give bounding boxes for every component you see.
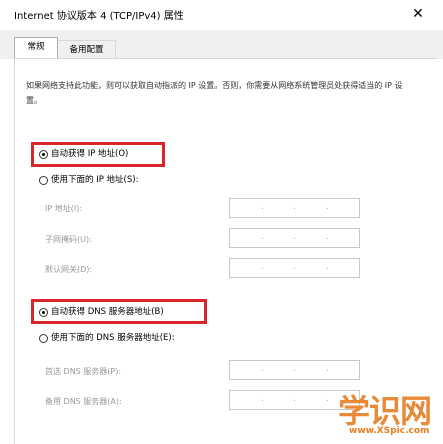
default-gateway-field[interactable]: . . . — [229, 258, 360, 278]
preferred-dns-dot-2: . — [293, 364, 296, 374]
alternate-dns-dot-3: . — [326, 394, 329, 404]
dns-manual-label: 使用下面的 DNS 服务器地址(E): — [51, 333, 175, 343]
subnet-mask-dot-2: . — [293, 232, 296, 242]
subnet-mask-field[interactable]: . . . — [229, 228, 360, 248]
dns-auto-radio[interactable] — [39, 307, 48, 317]
default-gateway-dot-2: . — [293, 262, 296, 272]
ip-address-field[interactable]: . . . — [229, 198, 360, 218]
title-bar: Internet 协议版本 4 (TCP/IPv4) 属性 ✕ — [0, 0, 443, 30]
ip-auto-option[interactable]: 自动获得 IP 地址(O) — [39, 146, 128, 162]
default-gateway-dot-3: . — [326, 262, 329, 272]
tab-bar: 常规 备用配置 — [0, 30, 443, 60]
dns-auto-label: 自动获得 DNS 服务器地址(B) — [51, 307, 164, 317]
dns-manual-option[interactable]: 使用下面的 DNS 服务器地址(E): — [39, 330, 175, 346]
dns-auto-option[interactable]: 自动获得 DNS 服务器地址(B) — [39, 304, 164, 320]
ip-auto-radio[interactable] — [39, 149, 48, 159]
watermark-url: www.XSpic.com — [349, 426, 430, 436]
preferred-dns-label: 首选 DNS 服务器(P): — [45, 367, 122, 376]
description-text: 如果网络支持此功能，则可以获取自动指派的 IP 设置。否则，你需要从网络系统管理… — [26, 81, 403, 105]
close-icon[interactable]: ✕ — [403, 5, 433, 25]
dns-manual-radio[interactable] — [39, 333, 48, 343]
window-title: Internet 协议版本 4 (TCP/IPv4) 属性 — [14, 11, 184, 22]
alternate-dns-label: 备用 DNS 服务器(A): — [45, 397, 122, 406]
ip-address-dot-3: . — [326, 202, 329, 212]
ip-manual-radio[interactable] — [39, 175, 48, 185]
ip-manual-label: 使用下面的 IP 地址(S): — [51, 175, 139, 185]
ip-address-dot-1: . — [261, 202, 264, 212]
preferred-dns-dot-1: . — [261, 364, 264, 374]
preferred-dns-dot-3: . — [326, 364, 329, 374]
ip-address-dot-2: . — [293, 202, 296, 212]
ip-auto-label: 自动获得 IP 地址(O) — [51, 149, 129, 159]
tab-alternate-config[interactable]: 备用配置 — [58, 40, 116, 59]
subnet-mask-dot-1: . — [261, 232, 264, 242]
alternate-dns-dot-2: . — [293, 394, 296, 404]
subnet-mask-dot-3: . — [326, 232, 329, 242]
subnet-mask-label: 子网掩码(U): — [45, 235, 92, 244]
ip-manual-option[interactable]: 使用下面的 IP 地址(S): — [39, 172, 138, 188]
preferred-dns-field[interactable]: . . . — [229, 360, 360, 380]
ip-address-label: IP 地址(I): — [45, 204, 83, 213]
alternate-dns-dot-1: . — [261, 394, 264, 404]
default-gateway-label: 默认网关(D): — [45, 265, 93, 274]
default-gateway-dot-1: . — [261, 262, 264, 272]
tab-general[interactable]: 常规 — [14, 37, 58, 60]
